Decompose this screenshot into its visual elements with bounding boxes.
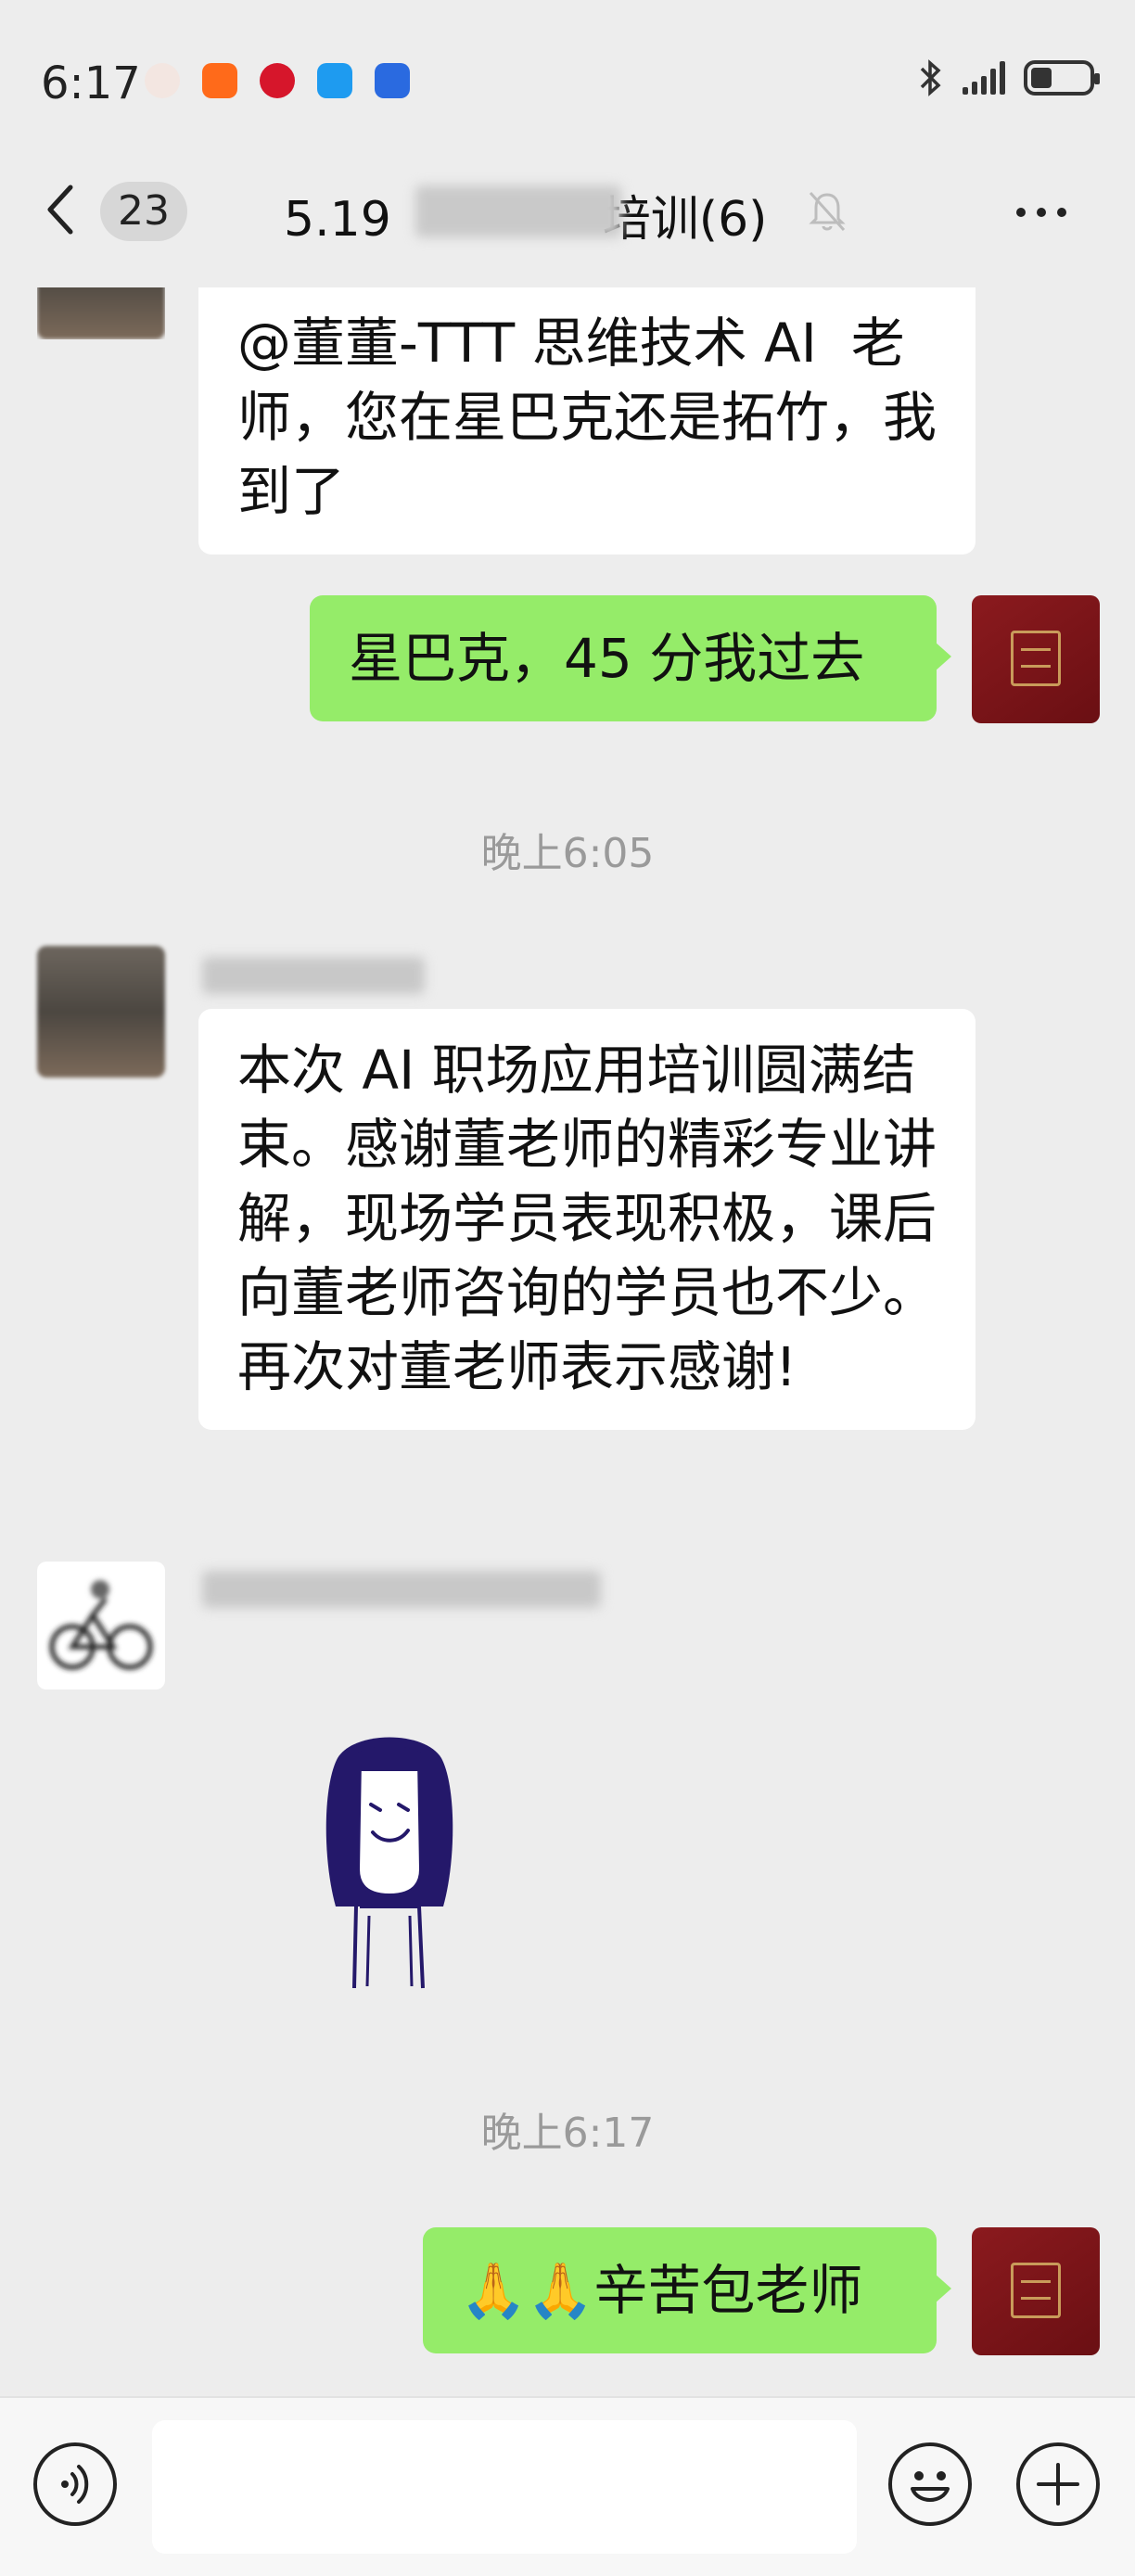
message-bubble-outgoing[interactable]: 🙏🙏辛苦包老师: [423, 2227, 937, 2353]
back-arrow-icon[interactable]: [43, 182, 76, 237]
bubble-tail: [935, 2274, 951, 2303]
chat-title-suffix: 培训(6): [602, 192, 768, 248]
blue-app-icon: [375, 63, 410, 98]
plus-icon: [1037, 2463, 1079, 2506]
title-redacted-blur: [415, 185, 621, 237]
avatar-app-icon: [145, 63, 180, 98]
message-bubble-outgoing[interactable]: 星巴克，45 分我过去: [310, 595, 937, 721]
signal-icon: [963, 61, 1005, 95]
sender-avatar[interactable]: [37, 946, 165, 1078]
emoji-icon: [911, 2471, 950, 2502]
timestamp: 晚上6:17: [480, 2110, 655, 2157]
mute-bell-icon: [809, 191, 846, 232]
more-options-icon[interactable]: [1016, 208, 1066, 217]
sender-name-redacted: [202, 957, 425, 994]
message-bubble-incoming[interactable]: @董董-TTT 思维技术 AI 老师，您在星巴克还是拓竹，我到了: [198, 287, 976, 555]
emoji-button[interactable]: [888, 2442, 972, 2526]
message-app-icon: [317, 63, 352, 98]
bluetooth-icon: [920, 59, 941, 96]
status-right-icons: [918, 59, 1100, 96]
sender-name-redacted: [202, 1571, 601, 1608]
status-time: 6:17: [41, 57, 141, 109]
voice-icon: [61, 2465, 89, 2504]
bicycle-avatar-icon: [49, 1580, 153, 1670]
cmb-app-icon: [260, 63, 295, 98]
my-avatar[interactable]: [972, 2227, 1100, 2355]
unread-count-badge[interactable]: 23: [100, 182, 187, 241]
bubble-tail: [935, 642, 951, 671]
chat-title-prefix: 5.19: [284, 192, 391, 248]
battery-icon: [1024, 60, 1100, 96]
my-avatar[interactable]: [972, 595, 1100, 723]
more-actions-button[interactable]: [1016, 2442, 1100, 2526]
message-input[interactable]: [152, 2420, 857, 2554]
message-bubble-incoming[interactable]: 本次 AI 职场应用培训圆满结束。感谢董老师的精彩专业讲解，现场学员表现积极，课…: [198, 1009, 976, 1430]
sender-avatar[interactable]: [37, 1562, 165, 1690]
voice-input-button[interactable]: [33, 2442, 117, 2526]
timestamp: 晚上6:05: [480, 830, 655, 877]
taobao-app-icon: [202, 63, 237, 98]
girl-sticker-image[interactable]: [317, 1730, 462, 1992]
